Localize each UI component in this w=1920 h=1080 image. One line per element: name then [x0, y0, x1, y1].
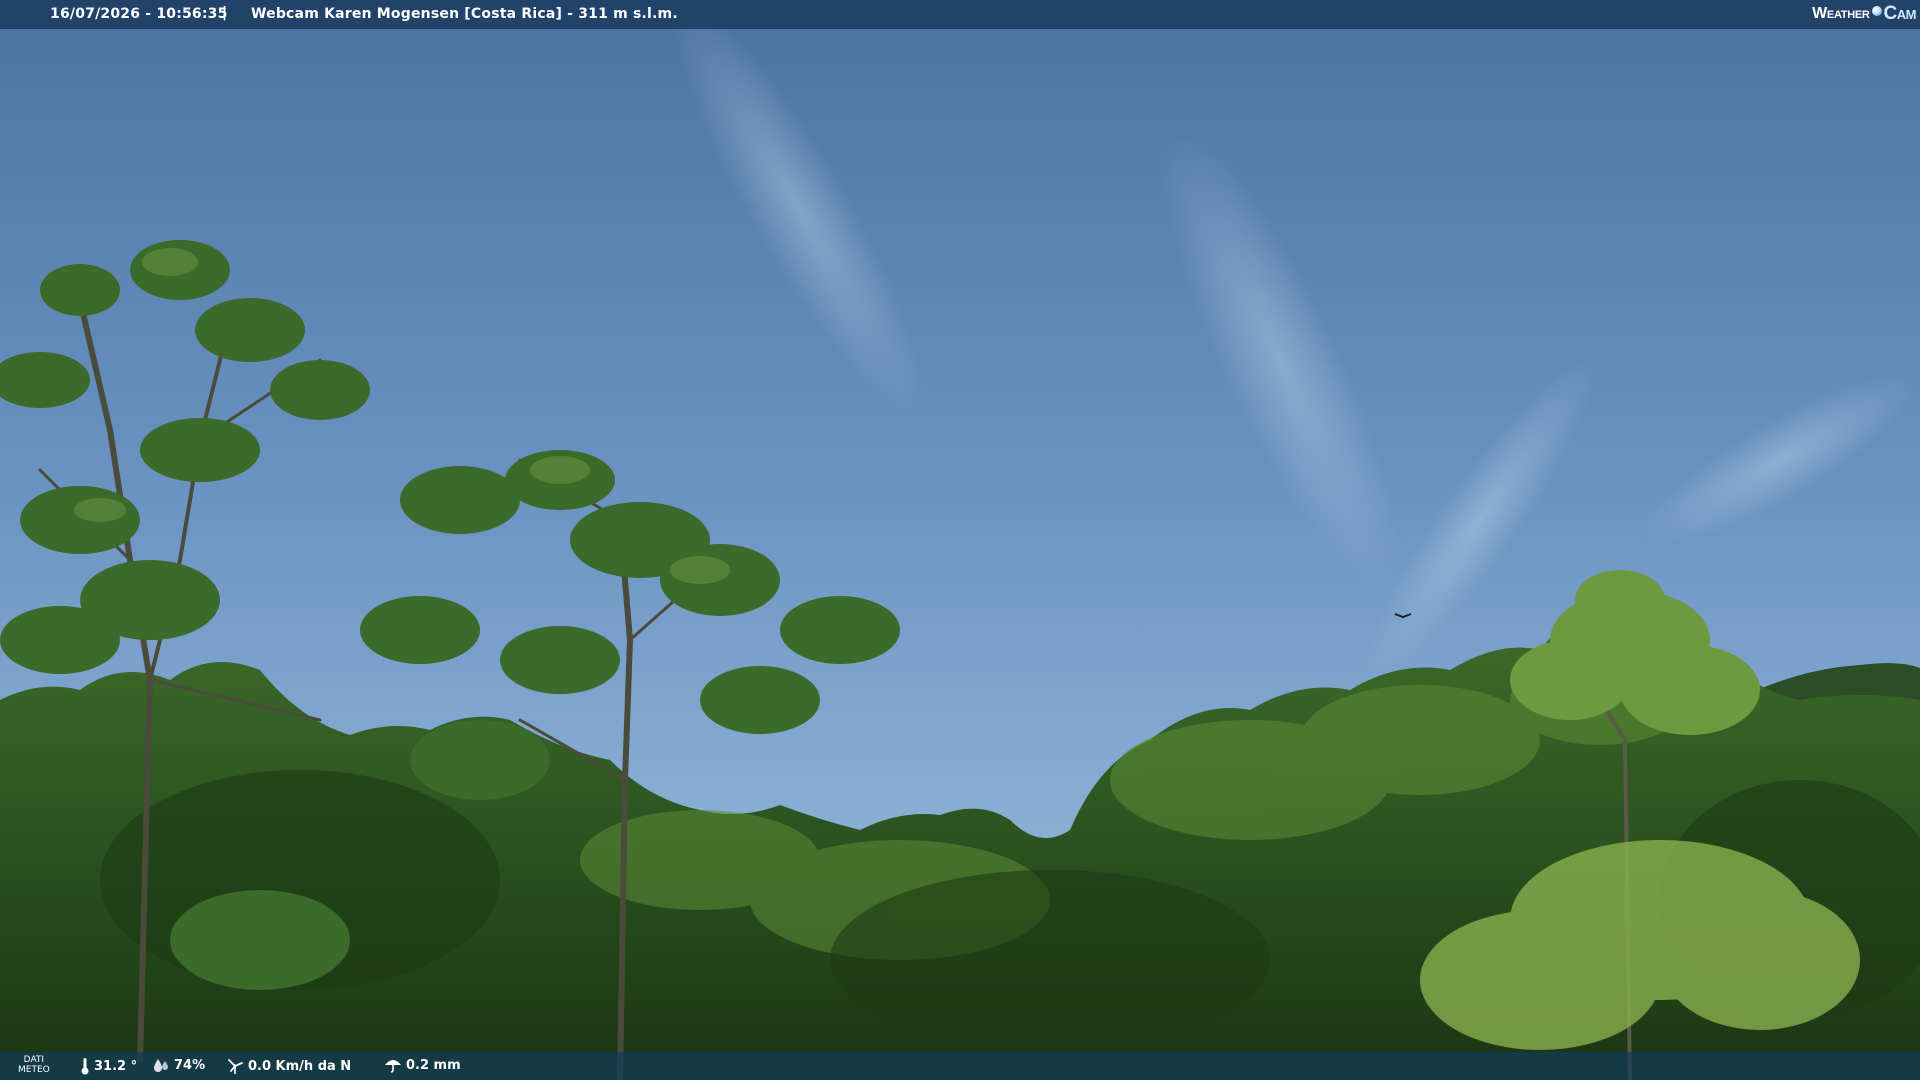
globe-icon [1871, 6, 1882, 16]
logo-text-weather: Weather [1812, 5, 1870, 22]
wind-icon [228, 1059, 243, 1074]
wind-stat: 0.0 Km/h da N [226, 1057, 351, 1075]
humidity-value: 74% [174, 1057, 206, 1073]
datetime-label: 16/07/2026 - 10:56:35 [50, 6, 228, 22]
top-info-bar: 16/07/2026 - 10:56:35 | Webcam Karen Mog… [0, 0, 1920, 29]
umbrella-icon [385, 1060, 401, 1073]
weathercam-logo[interactable]: Weather Cam [1812, 3, 1916, 25]
thermometer-icon [81, 1058, 89, 1075]
temperature-value: 31.2 ° [94, 1058, 138, 1074]
meteo-label: DATI METEO [18, 1055, 50, 1075]
humidity-icon [154, 1059, 168, 1072]
header-separator: | [222, 5, 228, 21]
wind-value: 0.0 Km/h da N [248, 1058, 352, 1074]
rain-stat: 0.2 mm [384, 1057, 461, 1073]
logo-text-cam: Cam [1883, 3, 1917, 24]
temperature-stat: 31.2 ° [80, 1057, 137, 1075]
webcam-view: 16/07/2026 - 10:56:35 | Webcam Karen Mog… [0, 0, 1920, 1080]
humidity-stat: 74% [152, 1057, 205, 1073]
webcam-image [0, 0, 1920, 1080]
rain-value: 0.2 mm [406, 1057, 461, 1073]
meteo-bar: DATI METEO 31.2 ° 74% 0.0 Km/h da N 0.2 … [0, 1052, 1920, 1080]
webcam-title: Webcam Karen Mogensen [Costa Rica] - 311… [251, 6, 678, 22]
